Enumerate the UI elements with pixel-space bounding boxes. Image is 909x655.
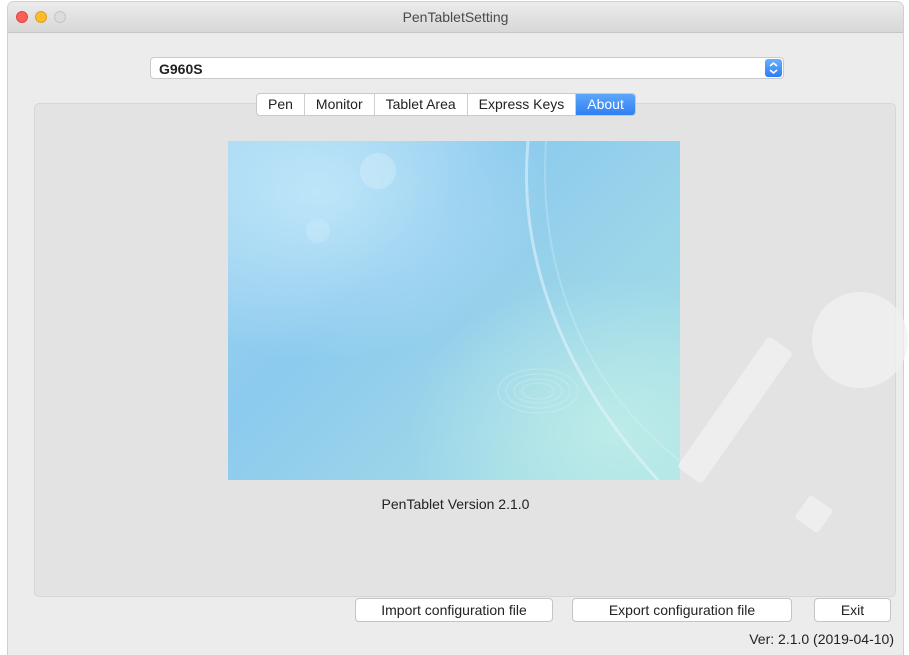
footer-version: Ver: 2.1.0 (2019-04-10) — [749, 631, 894, 647]
about-banner-image — [228, 141, 680, 480]
stepper-icon[interactable] — [765, 59, 782, 77]
tab-about[interactable]: About — [576, 94, 635, 115]
about-version-text: PenTablet Version 2.1.0 — [381, 496, 530, 512]
tab-pen[interactable]: Pen — [257, 94, 305, 115]
tab-express-keys[interactable]: Express Keys — [468, 94, 577, 115]
exit-button[interactable]: Exit — [814, 598, 891, 622]
window-title: PenTabletSetting — [402, 9, 509, 25]
tab-monitor[interactable]: Monitor — [305, 94, 375, 115]
import-config-button[interactable]: Import configuration file — [355, 598, 553, 622]
tab-bar: Pen Monitor Tablet Area Express Keys Abo… — [256, 93, 636, 116]
app-window: PenTabletSetting G960S Pen Monitor Table… — [8, 2, 903, 655]
title-bar[interactable]: PenTabletSetting — [8, 2, 903, 33]
export-config-button[interactable]: Export configuration file — [572, 598, 792, 622]
device-select-value: G960S — [159, 61, 203, 77]
tab-tablet-area[interactable]: Tablet Area — [375, 94, 468, 115]
device-dropdown[interactable]: G960S — [150, 57, 784, 79]
